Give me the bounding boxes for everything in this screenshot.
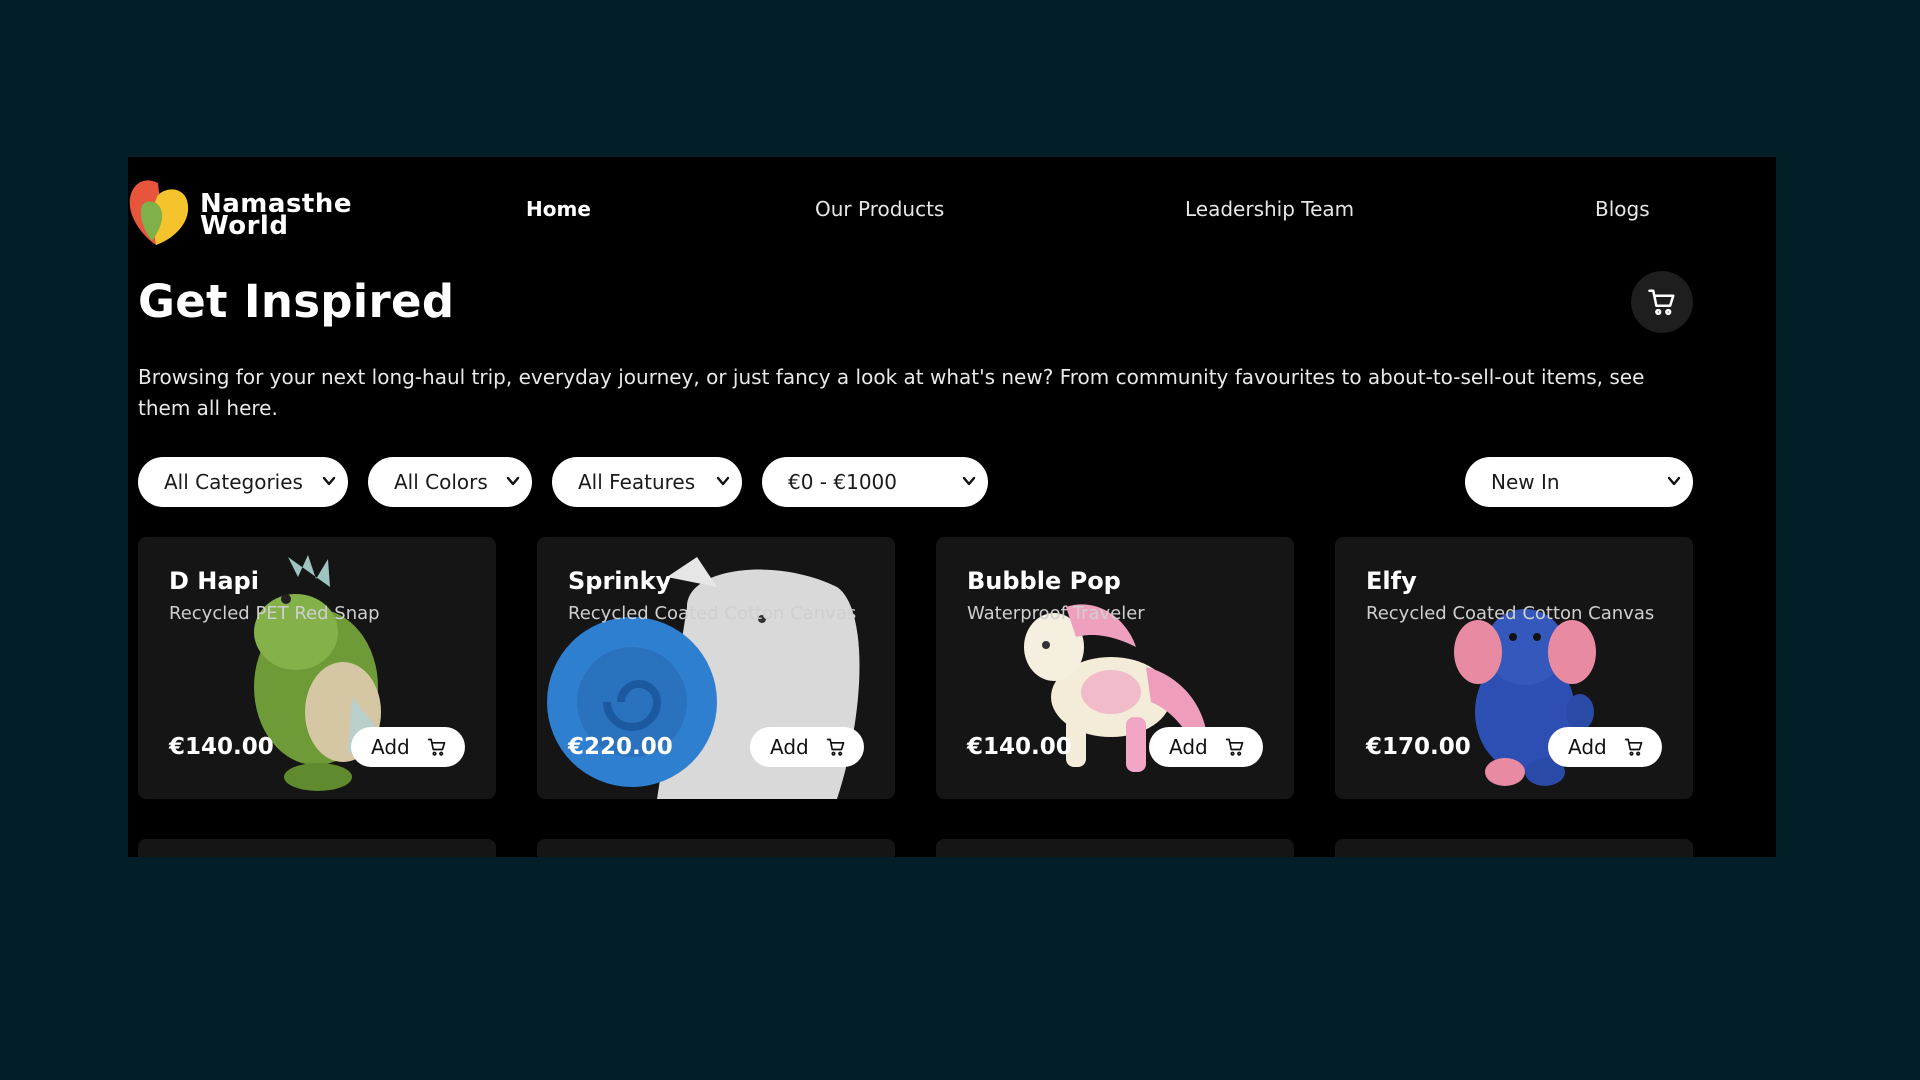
chevron-down-icon (716, 476, 730, 486)
product-price: €220.00 (568, 734, 673, 760)
add-to-cart-button[interactable]: Add (351, 727, 465, 767)
cart-icon (1225, 738, 1244, 756)
feature-filter-value: All Features (578, 470, 696, 494)
product-name[interactable]: Elfy (1366, 567, 1417, 595)
add-button-label: Add (371, 735, 410, 759)
add-button-label: Add (1568, 735, 1607, 759)
nav-blogs[interactable]: Blogs (1595, 197, 1650, 221)
cart-button[interactable] (1631, 271, 1693, 333)
category-filter-value: All Categories (164, 470, 303, 494)
product-card-partial[interactable] (1335, 839, 1693, 857)
page-description: Browsing for your next long-haul trip, e… (138, 365, 1645, 420)
product-card[interactable]: Bubble Pop Waterproof Traveler €140.00 A… (936, 537, 1294, 799)
product-material: Waterproof Traveler (967, 603, 1145, 624)
page-title: Get Inspired (138, 275, 455, 328)
chevron-down-icon (962, 476, 976, 486)
chevron-down-icon (1667, 476, 1681, 486)
color-filter[interactable]: All Colors (368, 457, 532, 507)
nav-home[interactable]: Home (526, 197, 591, 221)
add-button-label: Add (770, 735, 809, 759)
add-button-label: Add (1169, 735, 1208, 759)
nav-leadership-team[interactable]: Leadership Team (1185, 197, 1354, 221)
chevron-down-icon (322, 476, 336, 486)
color-filter-value: All Colors (394, 470, 488, 494)
product-card-partial[interactable] (138, 839, 496, 857)
cart-icon (1624, 738, 1643, 756)
add-to-cart-button[interactable]: Add (750, 727, 864, 767)
add-to-cart-button[interactable]: Add (1149, 727, 1263, 767)
cart-icon (1648, 289, 1675, 316)
main-nav: Home Our Products Leadership Team Blogs (128, 197, 1776, 227)
product-name[interactable]: D Hapi (169, 567, 259, 595)
product-card[interactable]: Sprinky Recycled Coated Cotton Canvas €2… (537, 537, 895, 799)
product-name[interactable]: Sprinky (568, 567, 671, 595)
product-name[interactable]: Bubble Pop (967, 567, 1121, 595)
product-material: Recycled PET Red Snap (169, 603, 380, 624)
cart-icon (826, 738, 845, 756)
product-material: Recycled Coated Cotton Canvas (1366, 603, 1655, 624)
app-frame: Namasthe World Home Our Products Leaders… (128, 157, 1776, 857)
product-card[interactable]: Elfy Recycled Coated Cotton Canvas €170.… (1335, 537, 1693, 799)
product-price: €170.00 (1366, 734, 1471, 760)
nav-our-products[interactable]: Our Products (815, 197, 944, 221)
product-price: €140.00 (169, 734, 274, 760)
price-filter[interactable]: €0 - €1000 (762, 457, 988, 507)
product-card[interactable]: D Hapi Recycled PET Red Snap €140.00 Add (138, 537, 496, 799)
price-filter-value: €0 - €1000 (788, 470, 898, 494)
cart-icon (427, 738, 446, 756)
sort-select[interactable]: New In (1465, 457, 1693, 507)
add-to-cart-button[interactable]: Add (1548, 727, 1662, 767)
product-material: Recycled Coated Cotton Canvas (568, 603, 857, 624)
sort-select-value: New In (1491, 470, 1560, 494)
product-price: €140.00 (967, 734, 1072, 760)
product-card-partial[interactable] (537, 839, 895, 857)
feature-filter[interactable]: All Features (552, 457, 742, 507)
product-card-partial[interactable] (936, 839, 1294, 857)
category-filter[interactable]: All Categories (138, 457, 348, 507)
chevron-down-icon (506, 476, 520, 486)
